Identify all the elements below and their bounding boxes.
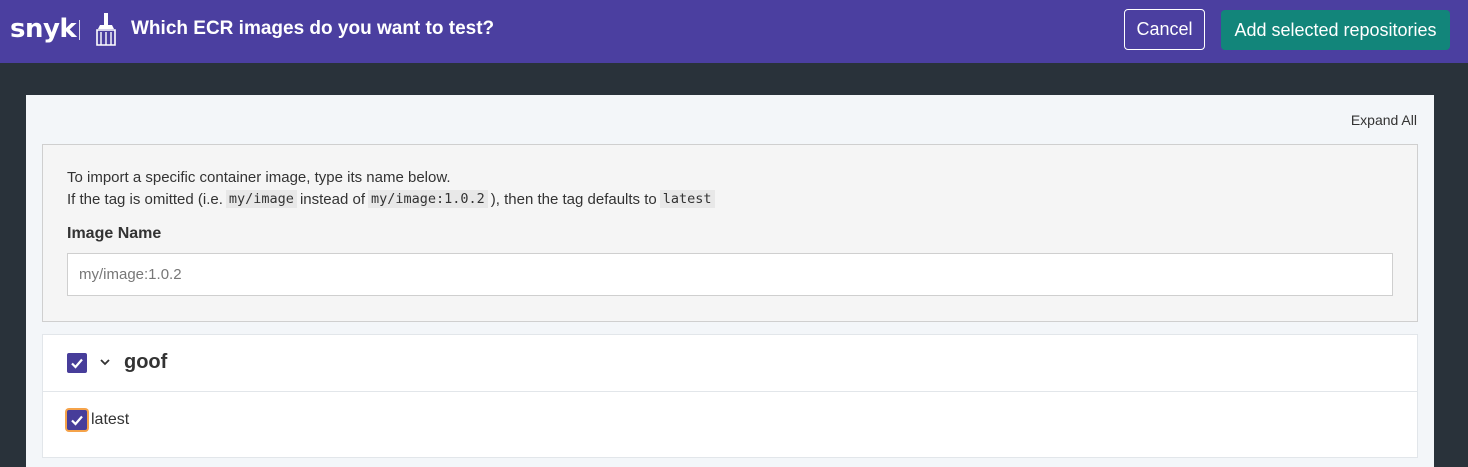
code-example-image: my/image bbox=[225, 190, 297, 208]
checkmark-icon bbox=[71, 358, 83, 369]
cancel-button[interactable]: Cancel bbox=[1124, 9, 1205, 50]
snyk-logo: snyk bbox=[10, 14, 77, 44]
add-selected-repositories-button[interactable]: Add selected repositories bbox=[1221, 10, 1450, 50]
import-panel: Expand All To import a specific containe… bbox=[26, 95, 1434, 467]
repository-header: goof bbox=[43, 335, 1417, 392]
tag-hint: If the tag is omitted (i.e. my/image ins… bbox=[67, 190, 718, 208]
tag-hint-text-2: instead of bbox=[299, 190, 365, 208]
import-instructions: To import a specific container image, ty… bbox=[67, 169, 451, 186]
tag-checkbox[interactable] bbox=[67, 410, 87, 430]
manual-import-box: To import a specific container image, ty… bbox=[42, 144, 1418, 322]
top-bar: snyk Which ECR images do you want to tes… bbox=[0, 0, 1468, 63]
expand-all-link[interactable]: Expand All bbox=[1351, 112, 1417, 128]
repository-card: goof latest bbox=[42, 334, 1418, 458]
code-example-image-tag: my/image:1.0.2 bbox=[367, 190, 488, 208]
checkmark-icon bbox=[71, 415, 83, 426]
code-default-tag: latest bbox=[659, 190, 715, 208]
tag-hint-text-1: If the tag is omitted (i.e. bbox=[67, 190, 223, 208]
chevron-down-icon[interactable] bbox=[99, 355, 111, 369]
tag-hint-text-3: ), then the tag defaults to bbox=[490, 190, 657, 208]
repository-name: goof bbox=[124, 351, 168, 373]
logo-divider bbox=[79, 20, 80, 40]
image-name-label: Image Name bbox=[67, 225, 162, 242]
tag-name: latest bbox=[91, 411, 130, 428]
broom-icon bbox=[96, 13, 116, 46]
page-title: Which ECR images do you want to test? bbox=[131, 18, 495, 39]
image-name-input[interactable] bbox=[67, 253, 1393, 296]
repository-checkbox[interactable] bbox=[67, 353, 87, 373]
